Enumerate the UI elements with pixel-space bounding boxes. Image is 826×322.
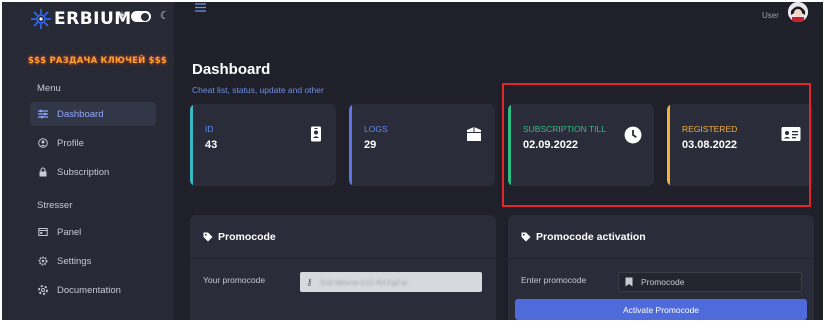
panel-title: Promocode activation: [536, 230, 646, 243]
toggle-knob: [140, 12, 149, 21]
page-subtitle: Cheat list, status, update and other: [192, 85, 324, 95]
card-value: 43: [205, 139, 218, 151]
sidebar-item-label: Documentation: [57, 284, 121, 296]
sun-icon: ☀: [117, 10, 127, 22]
promo-banner[interactable]: $$$ РАЗДАЧА КЛЮЧЕЙ $$$: [28, 56, 167, 66]
hamburger-icon[interactable]: [195, 3, 206, 12]
promocode-input[interactable]: [641, 277, 791, 287]
promocode-panel: Promocode Your promocode ⚷ 2c0-Wmrw-Cr2-…: [190, 215, 496, 320]
logs-card: LOGS 29: [349, 104, 495, 186]
tag-icon: [521, 232, 531, 241]
activate-promocode-button[interactable]: Activate Promocode: [515, 299, 807, 320]
panel-header: Promocode: [190, 215, 496, 259]
stresser-section-label: Stresser: [37, 200, 73, 211]
lifebuoy-icon: [38, 285, 48, 295]
key-icon: ⚷: [306, 276, 313, 287]
lock-icon: [39, 167, 47, 177]
window-icon: [38, 228, 48, 236]
card-accent-stripe: [349, 104, 352, 186]
panel-header: Promocode activation: [508, 215, 814, 259]
avatar-image: [788, 2, 808, 22]
sidebar: ERBIUM ☀ ☾ $$$ РАЗДАЧА КЛЮЧЕЙ $$$ Menu D…: [2, 2, 174, 320]
sidebar-item-label: Settings: [57, 255, 92, 267]
sidebar-item-label: Dashboard: [57, 108, 104, 120]
id-card: ID 43: [190, 104, 336, 186]
promocode-input-wrapper[interactable]: [618, 272, 802, 292]
field-label: Your promocode: [203, 275, 266, 285]
theme-switch[interactable]: [130, 11, 151, 22]
promocode-value: 2c0-Wmrw-Cr2-RsYgCw: [319, 277, 408, 287]
highlight-annotation: [502, 83, 811, 207]
moon-icon[interactable]: ☾: [160, 11, 170, 22]
card-label: ID: [205, 124, 214, 134]
gear-icon: [38, 256, 48, 266]
sidebar-item-label: Panel: [57, 226, 82, 238]
card-label: LOGS: [364, 124, 388, 134]
sidebar-item-label: Profile: [57, 137, 84, 149]
app-window: ERBIUM ☀ ☾ $$$ РАЗДАЧА КЛЮЧЕЙ $$$ Menu D…: [2, 2, 823, 320]
sliders-icon: [38, 109, 48, 119]
bookmark-icon: [625, 277, 633, 287]
avatar[interactable]: [788, 2, 808, 22]
sidebar-item-dashboard[interactable]: Dashboard: [30, 102, 156, 126]
user-label[interactable]: User: [762, 11, 779, 20]
promocode-value-field[interactable]: ⚷ 2c0-Wmrw-Cr2-RsYgCw: [300, 272, 482, 292]
page-title: Dashboard: [192, 61, 271, 78]
field-label: Enter promocode: [521, 275, 587, 285]
activation-panel: Promocode activation Enter promocode Act…: [508, 215, 814, 320]
id-badge-icon: [311, 126, 321, 142]
sidebar-item-subscription[interactable]: Subscription: [30, 160, 156, 184]
sidebar-item-profile[interactable]: Profile: [30, 131, 156, 155]
card-accent-stripe: [190, 104, 193, 186]
box-icon: [467, 127, 481, 141]
sidebar-item-documentation[interactable]: Documentation: [30, 278, 156, 302]
tag-icon: [203, 232, 213, 241]
card-value: 29: [364, 139, 377, 151]
sidebar-item-label: Subscription: [57, 166, 110, 178]
sidebar-item-panel[interactable]: Panel: [30, 220, 156, 244]
panel-title: Promocode: [218, 230, 276, 243]
menu-section-label: Menu: [37, 83, 61, 94]
erbium-logo-icon: [31, 9, 51, 29]
theme-toggle[interactable]: ☀ ☾: [117, 11, 170, 22]
user-circle-icon: [38, 138, 48, 148]
sidebar-item-settings[interactable]: Settings: [30, 249, 156, 273]
